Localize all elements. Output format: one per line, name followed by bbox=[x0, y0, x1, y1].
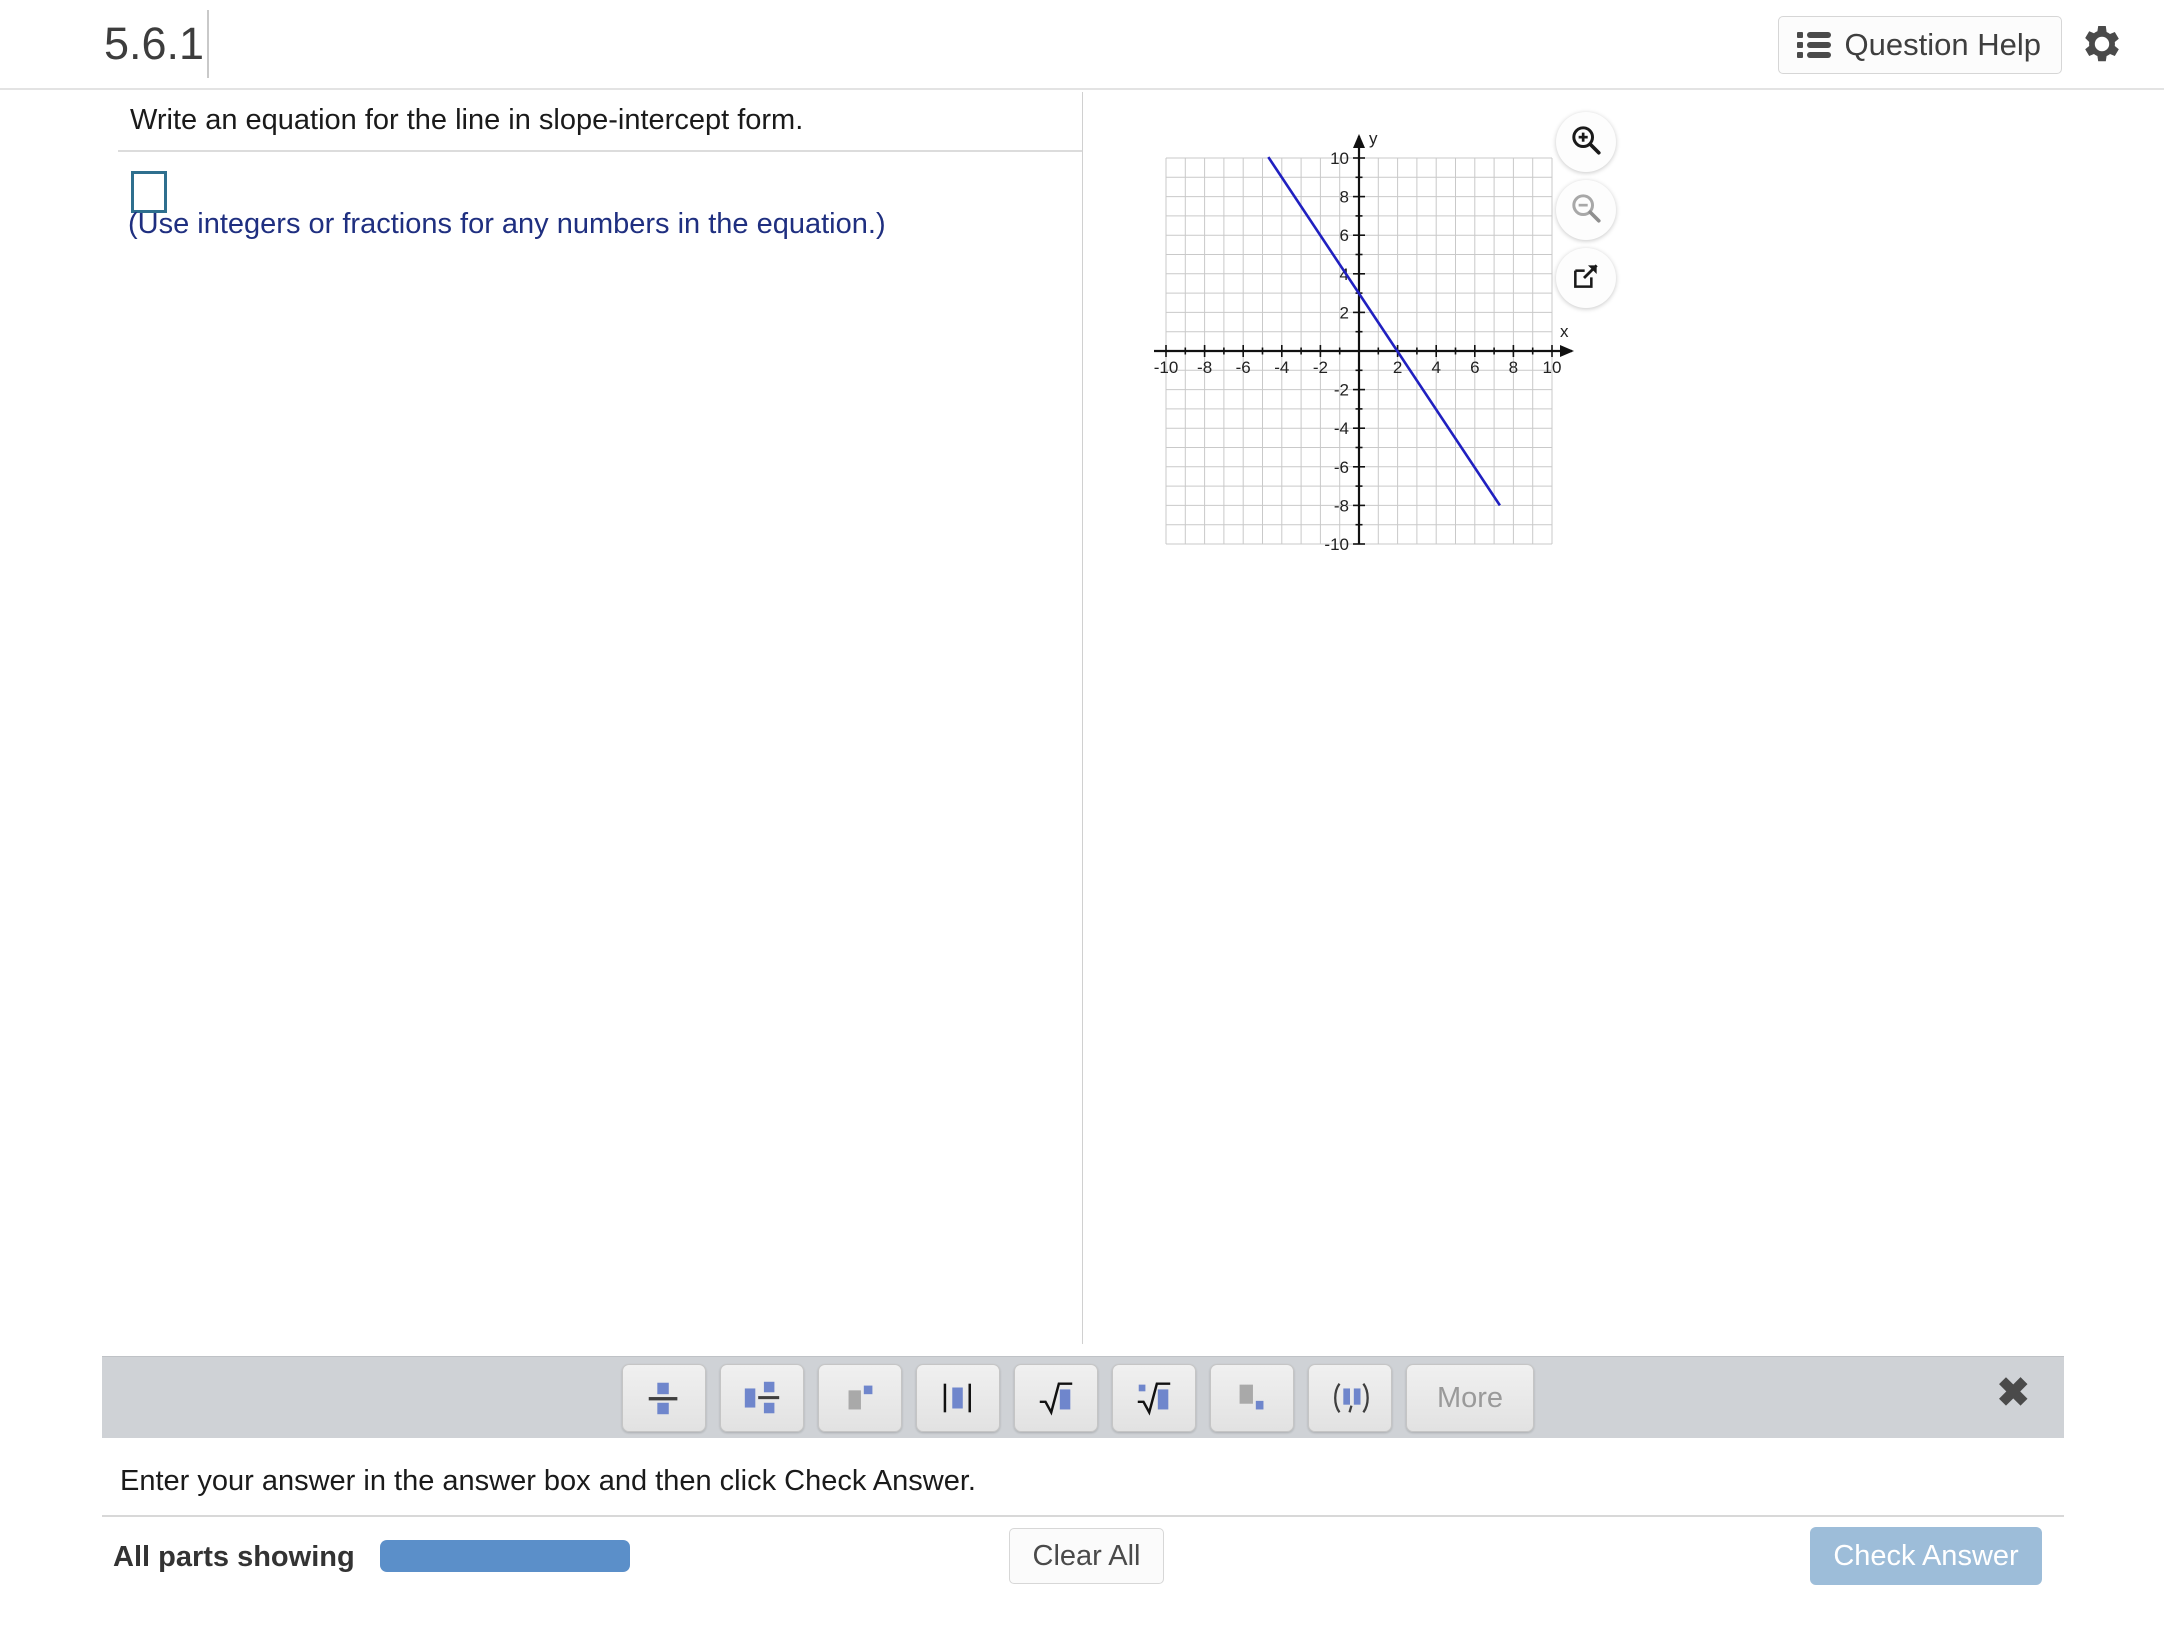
question-help-button[interactable]: Question Help bbox=[1777, 16, 2062, 74]
subscript-template-button[interactable] bbox=[1210, 1364, 1294, 1432]
x-tick-label: 4 bbox=[1431, 358, 1440, 377]
answer-input[interactable] bbox=[131, 171, 167, 213]
fraction-template-button[interactable] bbox=[622, 1364, 706, 1432]
x-tick-label: 2 bbox=[1393, 358, 1402, 377]
mixed-number-icon bbox=[744, 1381, 780, 1414]
answer-hint: (Use integers or fractions for any numbe… bbox=[128, 208, 886, 240]
x-tick-label: -2 bbox=[1313, 358, 1328, 377]
question-number: 5.6.1 bbox=[104, 18, 205, 69]
footer-separator bbox=[102, 1515, 2064, 1517]
prompt-separator bbox=[118, 150, 1082, 152]
y-axis-label: y bbox=[1369, 129, 1378, 148]
exponent-template-button[interactable] bbox=[818, 1364, 902, 1432]
y-tick-label: 6 bbox=[1340, 226, 1349, 245]
square-root-template-button[interactable] bbox=[1014, 1364, 1098, 1432]
y-tick-label: 8 bbox=[1340, 188, 1349, 207]
y-tick-label: -10 bbox=[1324, 535, 1349, 554]
check-answer-button[interactable]: Check Answer bbox=[1810, 1527, 2042, 1585]
x-tick-label: -4 bbox=[1274, 358, 1289, 377]
ordered-pair-icon bbox=[1334, 1382, 1369, 1414]
parts-showing-label: All parts showing bbox=[113, 1541, 355, 1573]
axes bbox=[1154, 134, 1574, 544]
question-help-label: Question Help bbox=[1844, 27, 2041, 62]
gear-icon[interactable] bbox=[2078, 20, 2126, 68]
ordered-pair-template-button[interactable] bbox=[1308, 1364, 1392, 1432]
x-tick-label: 10 bbox=[1543, 358, 1562, 377]
x-tick-label: -8 bbox=[1197, 358, 1212, 377]
absolute-value-icon bbox=[943, 1383, 971, 1413]
more-symbols-button[interactable]: More bbox=[1406, 1364, 1534, 1432]
magnifier-plus-icon bbox=[1569, 123, 1603, 162]
parts-progress-bar[interactable] bbox=[380, 1540, 630, 1572]
footer-instruction: Enter your answer in the answer box and … bbox=[120, 1465, 976, 1497]
graph-svg: -10 -8 -6 -4 -2 2 4 6 8 10108642-2-4-6-8-10 x y bbox=[1154, 129, 1574, 554]
y-tick-label: 2 bbox=[1340, 303, 1349, 322]
mixed-number-template-button[interactable] bbox=[720, 1364, 804, 1432]
x-tick-label: -10 bbox=[1154, 358, 1179, 377]
magnifier-minus-icon bbox=[1569, 191, 1603, 230]
coordinate-graph: -10 -8 -6 -4 -2 2 4 6 8 10 10 8 6 4 2 -2 -4 -6 -8 -10 x y bbox=[1100, 100, 1580, 600]
pane-divider bbox=[1082, 92, 1083, 1344]
exponent-icon bbox=[848, 1385, 873, 1410]
y-tick-label: -8 bbox=[1334, 496, 1349, 515]
y-tick-label: -6 bbox=[1334, 458, 1349, 477]
math-palette-buttons: More bbox=[622, 1364, 1534, 1432]
x-tick-label: 8 bbox=[1509, 358, 1518, 377]
y-tick-label: -4 bbox=[1334, 419, 1349, 438]
square-root-icon bbox=[1039, 1382, 1073, 1416]
y-tick-label: -2 bbox=[1334, 381, 1349, 400]
x-axis-label: x bbox=[1560, 322, 1569, 341]
x-tick-label: 6 bbox=[1470, 358, 1479, 377]
open-in-new-window-icon bbox=[1570, 260, 1602, 297]
header-divider bbox=[207, 10, 209, 78]
y-tick-label: 10 bbox=[1330, 149, 1349, 168]
question-header: 5.6.1 Question Help bbox=[0, 0, 2164, 90]
zoom-out-button[interactable] bbox=[1556, 180, 1616, 240]
question-prompt: Write an equation for the line in slope-… bbox=[130, 104, 804, 136]
list-icon bbox=[1796, 32, 1831, 58]
close-icon[interactable]: ✖ bbox=[1996, 1373, 2030, 1413]
nth-root-template-button[interactable] bbox=[1112, 1364, 1196, 1432]
popout-graph-button[interactable] bbox=[1556, 248, 1616, 308]
math-palette-toolbar: More ✖ bbox=[102, 1356, 2064, 1438]
nth-root-icon bbox=[1137, 1382, 1171, 1416]
zoom-in-button[interactable] bbox=[1556, 112, 1616, 172]
x-tick-label: -6 bbox=[1236, 358, 1251, 377]
fraction-icon bbox=[648, 1382, 678, 1415]
absolute-value-template-button[interactable] bbox=[916, 1364, 1000, 1432]
subscript-icon bbox=[1239, 1384, 1264, 1410]
clear-all-button[interactable]: Clear All bbox=[1009, 1528, 1164, 1584]
